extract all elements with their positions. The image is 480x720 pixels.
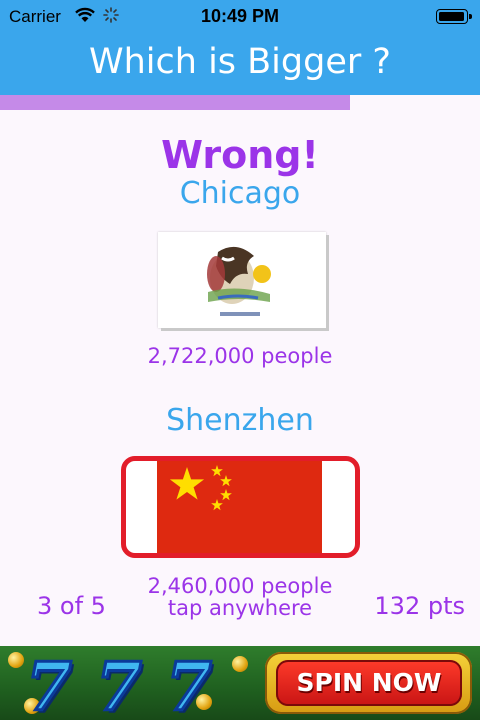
slot-seven-icon: 7 xyxy=(165,647,214,720)
city1-flag[interactable] xyxy=(158,232,326,328)
slot-seven-icon: 7 xyxy=(25,647,74,720)
city2-name: Shenzhen xyxy=(166,403,314,438)
illinois-flag-icon xyxy=(158,232,326,328)
ad-banner[interactable]: 7 7 7 SPIN NOW xyxy=(0,646,480,720)
city1-population: 2,722,000 people xyxy=(147,344,333,368)
status-bar: Carrier 10:49 PM xyxy=(0,0,480,34)
page-title: Which is Bigger ? xyxy=(89,42,391,82)
nav-bar: Which is Bigger ? xyxy=(0,34,480,95)
battery-level xyxy=(439,12,464,21)
city1-name: Chicago xyxy=(179,176,301,211)
china-flag-icon xyxy=(157,461,322,553)
quiz-progress-bar xyxy=(0,95,480,110)
coin-icon xyxy=(232,656,248,672)
score-label: 132 pts xyxy=(374,592,465,620)
question-counter: 3 of 5 xyxy=(37,592,106,620)
coin-icon xyxy=(8,652,24,668)
spin-now-button[interactable]: SPIN NOW xyxy=(276,660,462,706)
clock: 10:49 PM xyxy=(200,6,280,26)
battery-icon xyxy=(436,9,472,24)
quiz-progress-fill xyxy=(0,95,351,110)
slot-seven-icon: 7 xyxy=(95,647,144,720)
battery-nub xyxy=(469,14,472,19)
result-label: Wrong! xyxy=(161,133,319,177)
city2-flag[interactable] xyxy=(157,461,322,553)
